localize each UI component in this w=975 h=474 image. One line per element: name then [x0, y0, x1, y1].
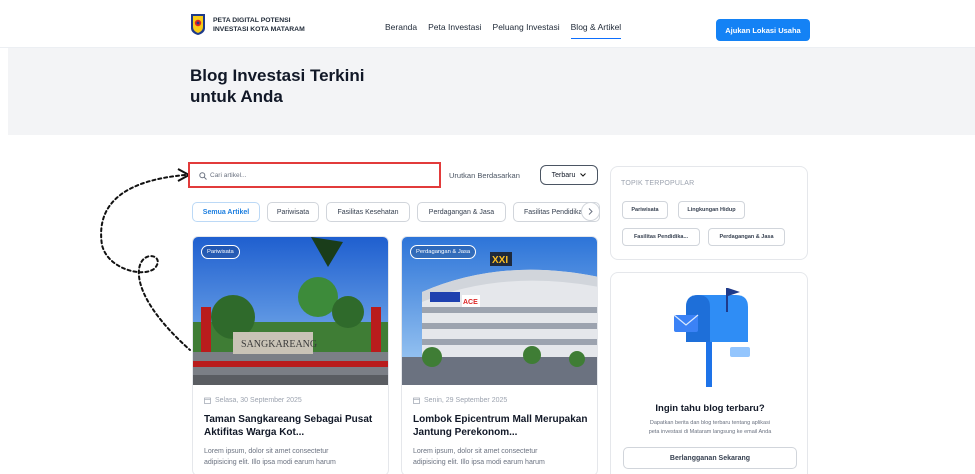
- subscribe-description-line-1: Dapatkan berita dan blog terbaru tentang…: [649, 420, 771, 426]
- chip-fasilitas-kesehatan[interactable]: Fasilitas Kesehatan: [326, 202, 410, 222]
- dotted-arrow-annotation: [100, 168, 192, 351]
- brand-name: PETA DIGITAL POTENSI INVESTASI KOTA MATA…: [213, 16, 305, 34]
- article-date-text: Senin, 29 September 2025: [424, 397, 508, 404]
- calendar-icon: [204, 397, 211, 404]
- brand-line-1: PETA DIGITAL POTENSI: [213, 16, 291, 24]
- article-excerpt: Lorem ipsum, dolor sit amet consectetur …: [413, 446, 593, 468]
- sort-selected-value: Terbaru: [551, 171, 576, 179]
- article-date-text: Selasa, 30 September 2025: [215, 397, 302, 404]
- brand[interactable]: PETA DIGITAL POTENSI INVESTASI KOTA MATA…: [190, 13, 305, 36]
- article-date: Selasa, 30 September 2025: [204, 397, 302, 404]
- search-input[interactable]: [210, 167, 430, 184]
- brand-line-2: INVESTASI KOTA MATARAM: [213, 25, 305, 33]
- search-icon: [199, 172, 207, 180]
- article-excerpt-line-2: adipisicing elit. Illo ipsa modi earum h…: [413, 459, 545, 466]
- topic-tag-perdagangan-jasa[interactable]: Perdagangan & Jasa: [708, 228, 785, 246]
- subscribe-title: Ingin tahu blog terbaru?: [655, 403, 765, 414]
- sort-select[interactable]: Terbaru: [540, 165, 598, 185]
- chip-pariwisata[interactable]: Pariwisata: [267, 202, 319, 222]
- nav-peta-investasi[interactable]: Peta Investasi: [428, 22, 481, 39]
- mailbox-illustration: [673, 288, 750, 387]
- article-title[interactable]: Taman Sangkareang Sebagai Pusat Aktifita…: [204, 413, 384, 439]
- page-title: Blog Investasi Terkini untuk Anda: [190, 65, 410, 107]
- popular-topics-title: TOPIK TERPOPULAR: [621, 180, 695, 187]
- article-title-line-1: Lombok Epicentrum Mall Merupakan: [413, 414, 588, 425]
- topic-tag-lingkungan-hidup[interactable]: Lingkungan Hidup: [678, 201, 745, 219]
- category-filter: Semua Artikel Pariwisata Fasilitas Keseh…: [192, 202, 600, 222]
- article-date: Senin, 29 September 2025: [413, 397, 507, 404]
- article-card[interactable]: ACE XXI Perdagangan & Jasa Senin, 29 Sep…: [401, 236, 598, 474]
- article-excerpt-line-1: Lorem ipsum, dolor sit amet consectetur: [204, 448, 329, 455]
- popular-topics-panel: TOPIK TERPOPULAR Pariwisata Lingkungan H…: [610, 166, 808, 260]
- mall-cinema-sign: XXI: [492, 255, 508, 266]
- subscribe-button[interactable]: Berlangganan Sekarang: [623, 447, 797, 469]
- search-box: [188, 162, 441, 188]
- subscribe-description: Dapatkan berita dan blog terbaru tentang…: [623, 419, 797, 437]
- chevron-right-icon: [588, 208, 593, 215]
- subscribe-panel: Ingin tahu blog terbaru? Dapatkan berita…: [610, 272, 808, 474]
- article-title-line-2: Aktifitas Warga Kot...: [204, 427, 305, 438]
- chip-all-articles[interactable]: Semua Artikel: [192, 202, 260, 222]
- park-sign-text: SANGKAREANG: [241, 339, 317, 350]
- article-excerpt-line-1: Lorem ipsum, dolor sit amet consectetur: [413, 448, 538, 455]
- calendar-icon: [413, 397, 420, 404]
- article-excerpt-line-2: adipisicing elit. Illo ipsa modi earum h…: [204, 459, 336, 466]
- article-card[interactable]: SANGKAREANG Pariwisata Selasa, 30 Septem…: [192, 236, 389, 474]
- subscribe-description-line-2: peta investasi di Mataram langsung ke em…: [648, 429, 772, 435]
- nav-beranda[interactable]: Beranda: [385, 22, 417, 39]
- article-title[interactable]: Lombok Epicentrum Mall Merupakan Jantung…: [413, 413, 593, 439]
- city-emblem-icon: [191, 14, 205, 35]
- article-excerpt: Lorem ipsum, dolor sit amet consectetur …: [204, 446, 384, 468]
- article-title-line-2: Jantung Perekonom...: [413, 427, 518, 438]
- nav-blog-artikel[interactable]: Blog & Artikel: [570, 22, 622, 39]
- article-image-park: SANGKAREANG: [193, 237, 388, 385]
- article-image-mall: ACE XXI: [402, 237, 597, 385]
- topic-tag-pariwisata[interactable]: Pariwisata: [622, 201, 668, 219]
- category-badge: Perdagangan & Jasa: [410, 245, 477, 259]
- page: PETA DIGITAL POTENSI INVESTASI KOTA MATA…: [0, 0, 975, 474]
- page-title-line-1: Blog Investasi Terkini: [190, 66, 365, 85]
- category-badge: Pariwisata: [201, 245, 240, 259]
- sort-label: Urutkan Berdasarkan: [449, 171, 520, 180]
- article-title-line-1: Taman Sangkareang Sebagai Pusat: [204, 414, 373, 425]
- mall-ace-sign: ACE: [463, 299, 478, 306]
- topic-tag-fasilitas-pendidikan[interactable]: Fasilitas Pendidika...: [622, 228, 700, 246]
- hero-banner: Blog Investasi Terkini untuk Anda: [8, 48, 975, 135]
- nav-peluang-investasi[interactable]: Peluang Investasi: [493, 22, 560, 39]
- top-navbar: PETA DIGITAL POTENSI INVESTASI KOTA MATA…: [0, 0, 975, 48]
- page-title-line-2: untuk Anda: [190, 87, 283, 106]
- chips-next-button[interactable]: [581, 202, 600, 221]
- chevron-down-icon: [580, 173, 587, 177]
- main-nav: Beranda Peta Investasi Peluang Investasi…: [385, 22, 622, 39]
- submit-location-button[interactable]: Ajukan Lokasi Usaha: [716, 19, 810, 41]
- chip-perdagangan-jasa[interactable]: Perdagangan & Jasa: [417, 202, 506, 222]
